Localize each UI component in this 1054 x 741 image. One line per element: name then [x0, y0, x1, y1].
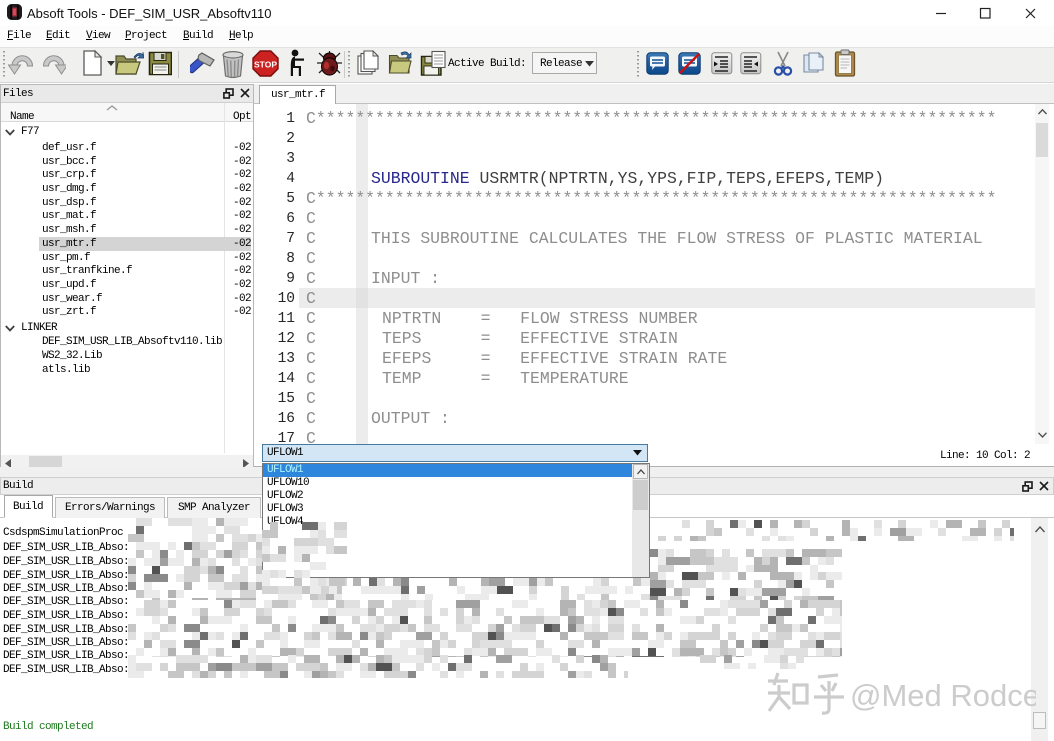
svg-text:STOP: STOP	[254, 60, 277, 70]
svg-text:@Med Rodce: @Med Rodce	[850, 678, 1036, 713]
